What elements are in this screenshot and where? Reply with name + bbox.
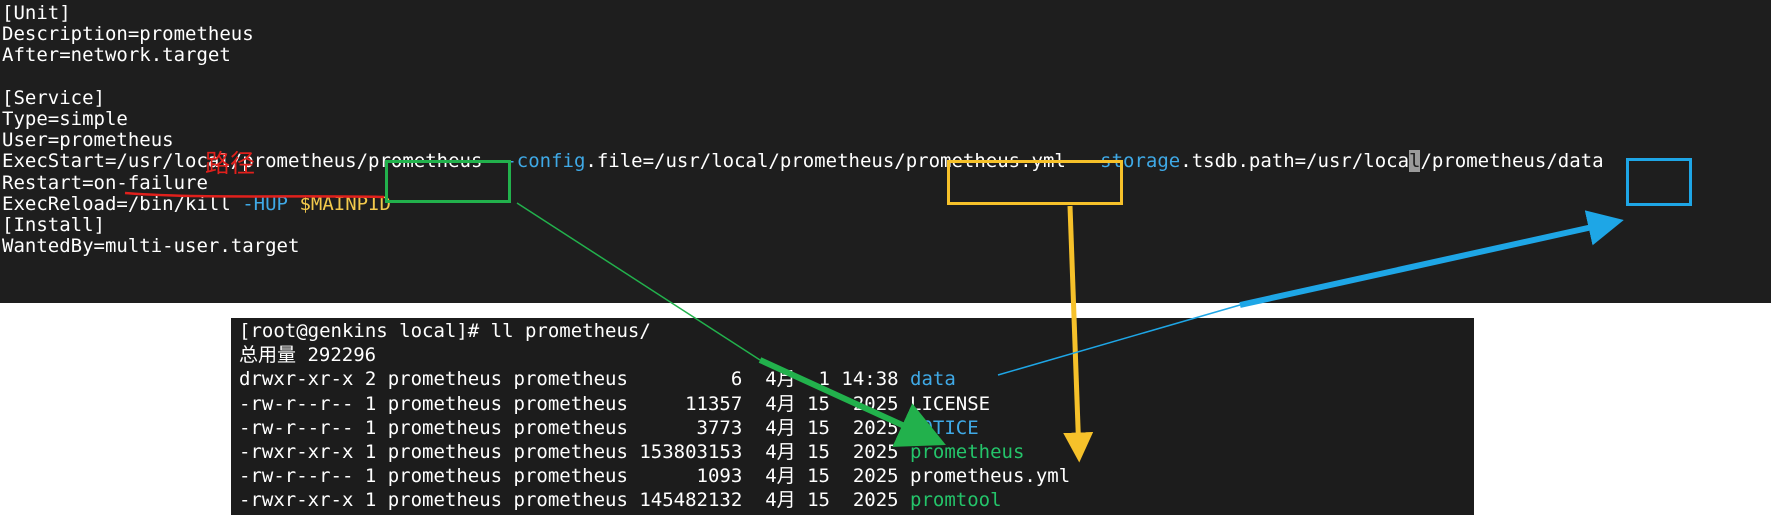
- listing-line: [root@genkins local]# ll prometheus/: [239, 319, 651, 343]
- listing-token: prometheus.yml: [910, 465, 1071, 488]
- service-file-token: .tsdb.path=/usr/loca: [1180, 150, 1410, 173]
- service-file-token: WantedBy=multi-user.target: [2, 235, 300, 258]
- path-annotation-label: 路径: [205, 149, 256, 178]
- service-file-token: After=network.target: [2, 44, 231, 67]
- listing-token: -rwxr-xr-x 1 prometheus prometheus 15380…: [239, 441, 911, 463]
- listing-token: -rw-r--r-- 1 prometheus prometheus 3773 …: [239, 416, 911, 439]
- listing-line: -rwxr-xr-x 1 prometheus prometheus 15380…: [239, 440, 1024, 464]
- service-file-token: l: [1409, 150, 1421, 173]
- service-file-token: /prometheus/data: [1420, 150, 1604, 173]
- service-file-token: ExecReload=/bin/kill: [2, 192, 243, 215]
- binary-highlight-box: [385, 160, 511, 203]
- listing-token: [root@genkins local]# ll prometheus/: [239, 320, 651, 342]
- listing-token: -rw-r--r-- 1 prometheus prometheus 11357…: [239, 392, 911, 415]
- listing-line: drwxr-xr-x 2 prometheus prometheus 6 4月 …: [239, 367, 956, 391]
- listing-line: -rw-r--r-- 1 prometheus prometheus 3773 …: [239, 416, 979, 440]
- service-file-token: [Install]: [2, 214, 105, 236]
- service-file-token: Restart=on-failure: [2, 171, 208, 194]
- service-file-token: Description=prometheus: [2, 23, 254, 46]
- listing-token: prometheus: [910, 441, 1025, 463]
- data-dir-highlight-box: [1626, 158, 1692, 206]
- listing-line: -rw-r--r-- 1 prometheus prometheus 1093 …: [239, 464, 1070, 488]
- service-file-token: [Service]: [2, 86, 105, 109]
- service-file-token: [288, 193, 299, 215]
- listing-token: data: [910, 368, 956, 391]
- config-highlight-box: [947, 160, 1123, 205]
- listing-token: -rw-r--r-- 1 prometheus prometheus 1093 …: [239, 465, 911, 488]
- service-file-line: WantedBy=multi-user.target: [2, 234, 299, 258]
- listing-token: 总用量 292296: [239, 344, 377, 367]
- listing-line: 总用量 292296: [239, 343, 376, 367]
- listing-token: promtool: [910, 489, 1002, 512]
- service-file-token: $MAINPID: [299, 192, 391, 215]
- listing-token: -rwxr-xr-x 1 prometheus prometheus 14548…: [239, 489, 911, 512]
- listing-line: -rw-r--r-- 1 prometheus prometheus 11357…: [239, 392, 990, 416]
- service-file-terminal: [Unit] Description=prometheus After=networ…: [0, 0, 1771, 303]
- listing-token: LICENSE: [910, 392, 991, 415]
- service-file-token: User=prometheus: [2, 129, 174, 152]
- service-file-line: After=network.target: [2, 43, 231, 67]
- service-file-token: -HUP: [242, 192, 288, 215]
- directory-listing-terminal: [root@genkins local]# ll prometheus/总用量 …: [231, 318, 1474, 515]
- listing-token: drwxr-xr-x 2 prometheus prometheus 6 4月 …: [239, 368, 911, 391]
- listing-line: -rwxr-xr-x 1 prometheus prometheus 14548…: [239, 488, 1002, 512]
- service-file-token: Type=simple: [2, 108, 128, 130]
- listing-token: NOTICE: [910, 416, 979, 439]
- service-file-token: [Unit]: [2, 2, 71, 24]
